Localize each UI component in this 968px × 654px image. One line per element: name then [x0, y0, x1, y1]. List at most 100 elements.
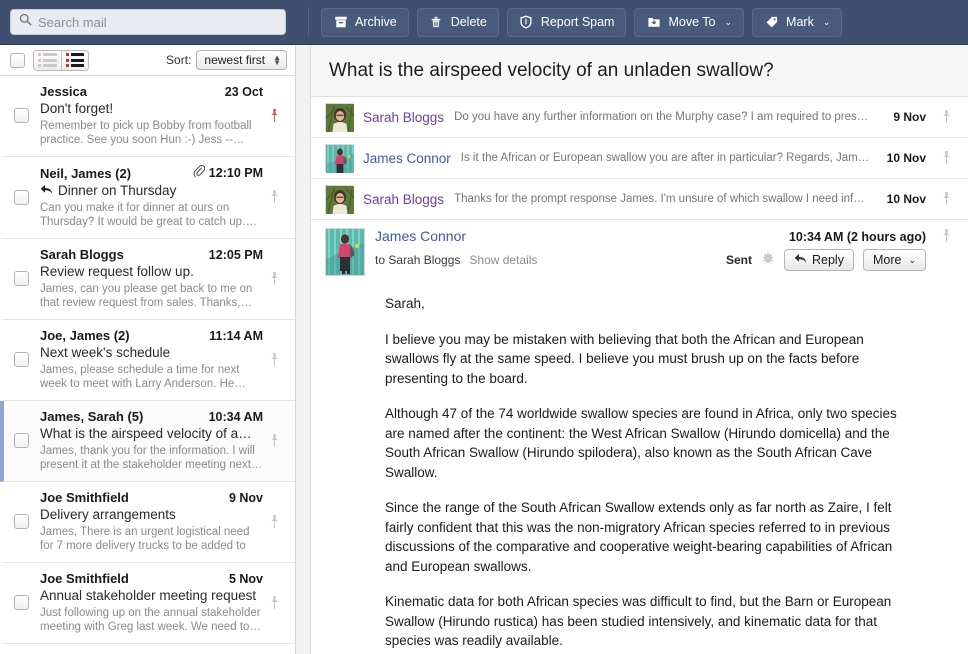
- mail-item-sender: Jessica: [40, 84, 87, 99]
- collapsed-message[interactable]: James Connor Is it the African or Europea…: [311, 138, 968, 179]
- mail-list-pane: Sort: newest first ▲▼ Jessica 23 Oct Don't…: [0, 45, 296, 654]
- mail-item-snippet: James, can you please get back to me on …: [40, 282, 263, 310]
- message-paragraph: Since the range of the South African Swa…: [385, 498, 914, 576]
- mail-list-item[interactable]: Neil, James (2)12:10 PMDinner on Thursda…: [0, 157, 295, 239]
- mail-list[interactable]: Jessica 23 Oct Don't forget! Remember to pi…: [0, 76, 295, 654]
- pin-icon[interactable]: [263, 328, 285, 391]
- mail-item-checkbox[interactable]: [14, 352, 29, 367]
- shield-icon: [519, 15, 534, 30]
- collapsed-message-sender[interactable]: James Connor: [363, 151, 451, 166]
- mail-list-item[interactable]: James, Sarah (5)10:34 AMWhat is the airs…: [0, 401, 295, 482]
- mail-item-checkbox[interactable]: [14, 271, 29, 286]
- mail-item-checkbox[interactable]: [14, 514, 29, 529]
- sort-label: Sort:: [166, 53, 191, 67]
- delete-button[interactable]: Delete: [417, 8, 499, 37]
- mail-list-header: Sort: newest first ▲▼: [0, 45, 295, 76]
- search-icon: [19, 13, 32, 31]
- mail-item-sender: Sarah Bloggs: [40, 247, 124, 262]
- pin-icon[interactable]: [936, 109, 956, 125]
- select-all-checkbox[interactable]: [10, 53, 25, 68]
- archive-box-icon: [333, 15, 348, 30]
- mail-list-item[interactable]: Joe Smithfield5 NovAnnual stakeholder me…: [0, 563, 295, 644]
- mail-item-checkbox[interactable]: [14, 108, 29, 123]
- mail-list-item[interactable]: Joe Smithfield9 NovDelivery arrangements…: [0, 482, 295, 563]
- reply-button-label: Reply: [812, 253, 844, 267]
- message-body: Sarah,I believe you may be mistaken with…: [325, 276, 956, 654]
- mail-item-meta: 11:14 AM: [209, 329, 263, 343]
- detailed-view-button[interactable]: [61, 51, 88, 70]
- sort-select[interactable]: newest first ▲▼: [196, 50, 287, 70]
- more-button[interactable]: More ⌄: [863, 249, 926, 271]
- pin-icon[interactable]: [263, 247, 285, 310]
- mail-item-meta: 9 Nov: [229, 491, 263, 505]
- stepper-icon: ▲▼: [273, 55, 281, 65]
- mail-item-subject: Next week's schedule: [40, 345, 263, 360]
- reply-button[interactable]: Reply: [784, 249, 854, 271]
- pin-icon[interactable]: [936, 150, 956, 166]
- mail-item-date: 9 Nov: [229, 491, 263, 505]
- collapsed-message[interactable]: Sarah BloggsDo you have any further info…: [311, 97, 968, 138]
- open-message: James Connor 10:34 AM (2 hours ago) to S…: [311, 220, 968, 654]
- search-input[interactable]: [38, 15, 277, 30]
- mail-item-sender: Joe, James (2): [40, 328, 130, 343]
- collapsed-message-date: 9 Nov: [893, 110, 926, 124]
- pin-icon[interactable]: [263, 165, 285, 229]
- mark-button[interactable]: Mark ⌄: [752, 8, 842, 37]
- mail-list-item[interactable]: Sarah Bloggs12:05 PMReview request follo…: [0, 239, 295, 320]
- mail-item-snippet: Can you make it for dinner at ours on Th…: [40, 201, 263, 229]
- mail-list-item[interactable]: Joe, James (2) 11:14 AM Next week's schedu…: [0, 320, 295, 401]
- collapsed-message-date: 10 Nov: [887, 151, 926, 165]
- pin-icon[interactable]: [263, 84, 285, 147]
- starburst-icon[interactable]: [761, 251, 775, 270]
- compact-view-button[interactable]: [34, 51, 61, 70]
- toolbar-divider: [308, 7, 309, 37]
- collapsed-message-snippet: Is it the African or European swallow yo…: [461, 152, 877, 164]
- mail-item-meta: 10:34 AM: [209, 410, 263, 424]
- move-to-button[interactable]: Move To ⌄: [634, 8, 744, 37]
- pin-icon[interactable]: [263, 490, 285, 553]
- avatar: [325, 103, 353, 131]
- collapsed-message-date: 10 Nov: [887, 192, 926, 206]
- paperclip-icon: [193, 165, 205, 181]
- mail-item-checkbox[interactable]: [14, 595, 29, 610]
- mail-item-subject-text: Dinner on Thursday: [58, 183, 176, 198]
- mail-item-subject-text: Don't forget!: [40, 101, 113, 116]
- search-box[interactable]: [10, 9, 286, 35]
- mail-item-snippet: Remember to pick up Bobby from football …: [40, 119, 263, 147]
- mail-item-snippet: James, please schedule a time for next w…: [40, 363, 263, 391]
- archive-button[interactable]: Archive: [321, 8, 409, 37]
- message-paragraph: Kinematic data for both African species …: [385, 592, 914, 651]
- pin-icon[interactable]: [263, 571, 285, 634]
- mail-item-subject-text: Review request follow up.: [40, 264, 194, 279]
- collapsed-message-sender[interactable]: Sarah Bloggs: [363, 110, 444, 125]
- mail-item-snippet: Just following up on the annual stakehol…: [40, 606, 263, 634]
- tag-icon: [764, 15, 779, 30]
- mail-item-checkbox[interactable]: [14, 190, 29, 205]
- report-spam-button[interactable]: Report Spam: [507, 8, 627, 37]
- chevron-down-icon: ⌄: [725, 17, 733, 28]
- mail-item-subject-text: Next week's schedule: [40, 345, 170, 360]
- mail-item-date: 5 Nov: [229, 572, 263, 586]
- mail-item-sender: Joe Smithfield: [40, 490, 129, 505]
- mail-list-item[interactable]: Jessica 23 Oct Don't forget! Remember to pi…: [0, 76, 295, 157]
- pin-icon[interactable]: [936, 191, 956, 207]
- reply-arrow-icon: [40, 183, 53, 198]
- collapsed-message-sender[interactable]: Sarah Bloggs: [363, 192, 444, 207]
- mail-item-date: 23 Oct: [225, 85, 263, 99]
- mail-item-checkbox[interactable]: [14, 433, 29, 448]
- pin-icon[interactable]: [936, 228, 956, 244]
- collapsed-message[interactable]: Sarah BloggsThanks for the prompt respon…: [311, 179, 968, 220]
- mail-item-meta: 12:10 PM: [193, 165, 263, 181]
- mail-item-subject: Review request follow up.: [40, 264, 263, 279]
- mark-button-label: Mark: [786, 15, 814, 29]
- pin-icon[interactable]: [263, 409, 285, 472]
- open-message-recipient: to Sarah Bloggs: [375, 253, 460, 267]
- mail-item-subject: Annual stakeholder meeting request: [40, 588, 263, 603]
- reading-pane: What is the airspeed velocity of an unla…: [310, 45, 968, 654]
- pane-gutter: [296, 45, 310, 654]
- move-to-button-label: Move To: [668, 15, 715, 29]
- open-message-sender[interactable]: James Connor: [375, 228, 466, 244]
- chevron-down-icon: ⌄: [823, 17, 831, 28]
- show-details-link[interactable]: Show details: [469, 253, 537, 267]
- collapsed-message-list: Sarah BloggsDo you have any further info…: [311, 97, 968, 220]
